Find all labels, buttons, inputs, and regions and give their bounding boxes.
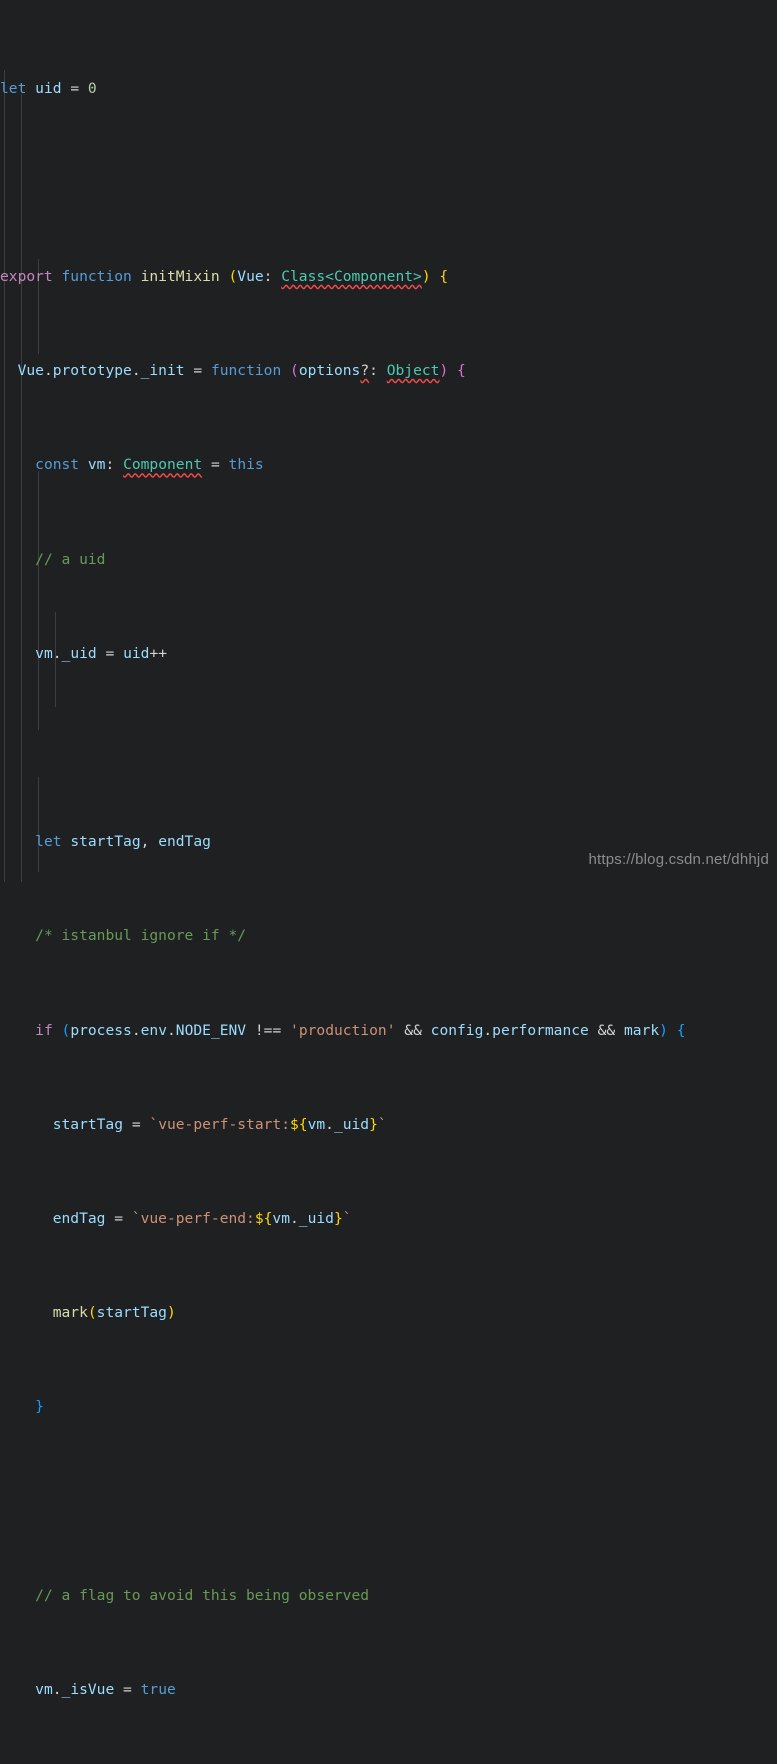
code-line-17: // a flag to avoid this being observed <box>35 1586 370 1604</box>
code-line-13: endTag = `vue-perf-end:${vm._uid}` <box>52 1209 352 1227</box>
code-line-15: } <box>35 1398 44 1416</box>
code-line-1: let uid = 0 <box>0 79 97 97</box>
code-line-12: startTag = `vue-perf-start:${vm._uid}` <box>52 1115 387 1133</box>
code-line-5: const vm: Component = this <box>35 456 264 474</box>
code-editor[interactable]: let uid = 0 export function initMixin (V… <box>0 0 777 1698</box>
code-line-3: export function initMixin (Vue: Class<Co… <box>0 268 449 286</box>
watermark: https://blog.csdn.net/dhhjd <box>588 851 769 868</box>
code-line-18: vm._isVue = true <box>35 1680 176 1698</box>
code-content[interactable]: let uid = 0 export function initMixin (V… <box>0 0 777 1764</box>
code-line-14: mark(startTag) <box>52 1304 176 1322</box>
code-line-10: /* istanbul ignore if */ <box>35 927 247 945</box>
code-line-11: if (process.env.NODE_ENV !== 'production… <box>35 1021 686 1039</box>
code-line-4: Vue.prototype._init = function (options?… <box>17 362 466 380</box>
code-line-7: vm._uid = uid++ <box>35 644 168 662</box>
code-line-6: // a uid <box>35 550 106 568</box>
